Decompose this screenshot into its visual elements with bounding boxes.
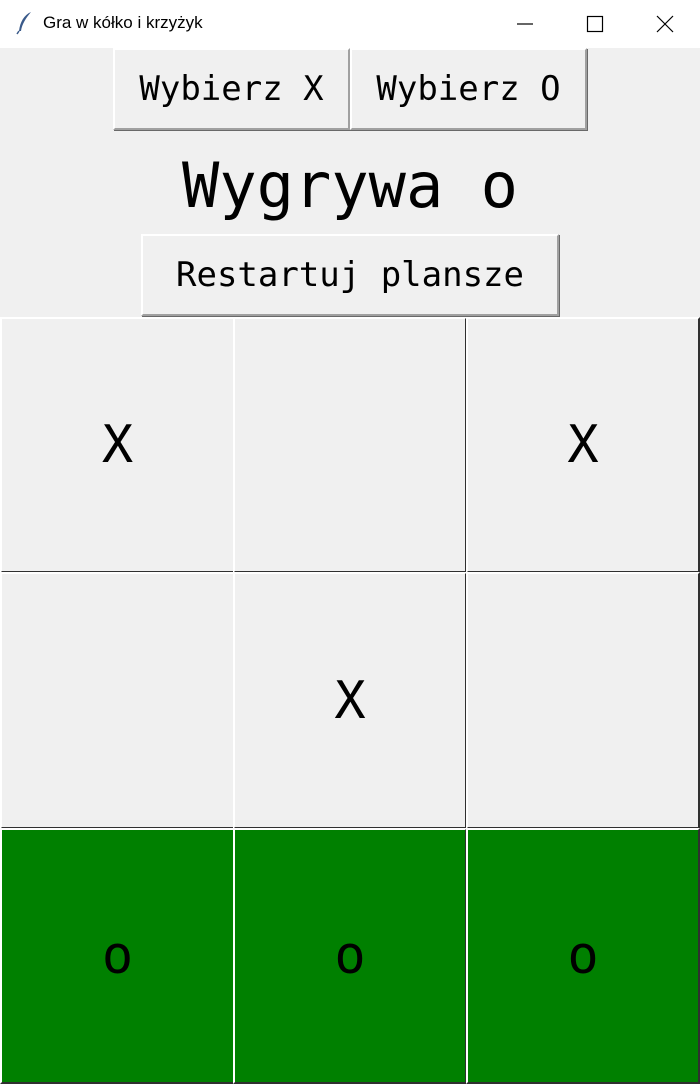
board-cell[interactable] bbox=[233, 317, 467, 573]
window-title: Gra w kółko i krzyżyk bbox=[43, 13, 203, 32]
minimize-button[interactable] bbox=[490, 0, 560, 48]
board-cell[interactable]: o bbox=[466, 828, 700, 1084]
title-bar: Gra w kółko i krzyżyk bbox=[0, 0, 700, 49]
board-cell[interactable]: o bbox=[0, 828, 235, 1084]
maximize-button[interactable] bbox=[560, 0, 630, 48]
feather-icon bbox=[16, 11, 34, 35]
board-cell[interactable]: X bbox=[466, 317, 700, 573]
maximize-icon bbox=[586, 15, 604, 33]
board-cell[interactable] bbox=[0, 572, 235, 829]
board-cell[interactable] bbox=[466, 572, 700, 829]
game-window: Wybierz X Wybierz O Wygrywa o Restartuj … bbox=[0, 48, 700, 1084]
minimize-icon bbox=[517, 23, 533, 25]
restart-button[interactable]: Restartuj plansze bbox=[141, 234, 559, 316]
close-button[interactable] bbox=[630, 0, 700, 48]
board-cell[interactable]: X bbox=[233, 572, 467, 829]
status-label: Wygrywa o bbox=[182, 149, 518, 222]
game-board: X X X o o o bbox=[0, 317, 700, 1084]
choose-o-button[interactable]: Wybierz O bbox=[350, 48, 587, 130]
choose-x-button[interactable]: Wybierz X bbox=[113, 48, 350, 130]
board-cell[interactable]: X bbox=[0, 317, 235, 573]
close-icon bbox=[656, 15, 674, 33]
board-cell[interactable]: o bbox=[233, 828, 467, 1084]
